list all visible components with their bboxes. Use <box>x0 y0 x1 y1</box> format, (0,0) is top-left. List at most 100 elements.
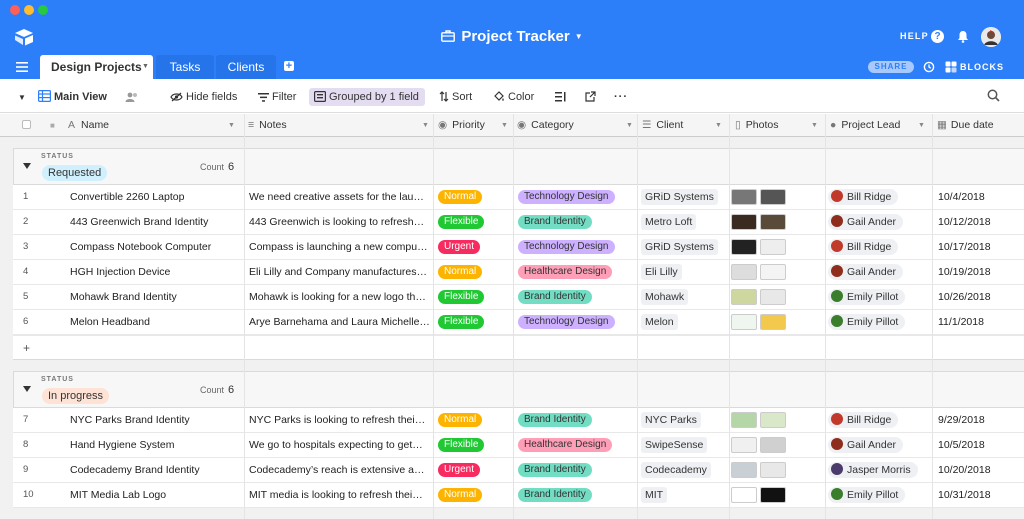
photo-thumbnail[interactable] <box>760 289 786 305</box>
name-cell[interactable]: Convertible 2260 Laptop <box>70 185 240 209</box>
client-cell[interactable]: Mohawk <box>641 285 727 309</box>
search-icon[interactable] <box>987 89 1000 102</box>
photo-thumbnail[interactable] <box>731 239 757 255</box>
category-cell[interactable]: Healthcare Design <box>518 260 638 284</box>
bell-icon[interactable] <box>957 30 969 43</box>
notes-cell[interactable]: NYC Parks is looking to refresh thei… <box>249 408 434 432</box>
client-cell[interactable]: Codecademy <box>641 458 727 482</box>
category-cell[interactable]: Brand Identity <box>518 483 638 507</box>
photos-cell[interactable] <box>730 210 826 234</box>
priority-cell[interactable]: Flexible <box>438 433 514 457</box>
name-cell[interactable]: Melon Headband <box>70 310 240 334</box>
table-row[interactable]: 3 Compass Notebook Computer Compass is lau… <box>13 235 1024 260</box>
priority-cell[interactable]: Normal <box>438 408 514 432</box>
chevron-down-icon[interactable]: ▼ <box>918 114 928 137</box>
category-cell[interactable]: Brand Identity <box>518 210 638 234</box>
chevron-down-icon[interactable]: ▼ <box>422 114 432 137</box>
chevron-down-icon[interactable]: ▼ <box>501 114 511 137</box>
client-cell[interactable]: SwipeSense <box>641 433 727 457</box>
table-row[interactable]: 4 HGH Injection Device Eli Lilly and Compa… <box>13 260 1024 285</box>
notes-cell[interactable]: Arye Barnehama and Laura Michelle… <box>249 310 434 334</box>
category-cell[interactable]: Healthcare Design <box>518 433 638 457</box>
tab-tasks[interactable]: Tasks <box>156 55 214 79</box>
name-cell[interactable]: Codecademy Brand Identity <box>70 458 240 482</box>
table-row[interactable]: 9 Codecademy Brand Identity Codecademy’s r… <box>13 458 1024 483</box>
project-lead-cell[interactable]: Emily Pillot <box>828 483 934 507</box>
select-all-checkbox[interactable] <box>22 120 31 129</box>
minimize-window-button[interactable] <box>24 5 34 15</box>
priority-cell[interactable]: Urgent <box>438 235 514 259</box>
user-avatar[interactable] <box>981 27 1001 47</box>
base-title-button[interactable]: Project Tracker ▼ <box>441 28 583 45</box>
table-row[interactable]: 8 Hand Hygiene System We go to hospitals e… <box>13 433 1024 458</box>
color-button[interactable]: Color <box>493 88 534 106</box>
priority-cell[interactable]: Flexible <box>438 285 514 309</box>
table-row[interactable]: 10 MIT Media Lab Logo MIT media is looking… <box>13 483 1024 508</box>
client-cell[interactable]: Metro Loft <box>641 210 727 234</box>
project-lead-cell[interactable]: Jasper Morris <box>828 458 934 482</box>
project-lead-cell[interactable]: Bill Ridge <box>828 185 934 209</box>
group-button[interactable]: Grouped by 1 field <box>309 88 425 106</box>
tab-clients[interactable]: Clients <box>216 55 276 79</box>
priority-cell[interactable]: Flexible <box>438 310 514 334</box>
photo-thumbnail[interactable] <box>760 264 786 280</box>
client-link[interactable]: SwipeSense <box>641 437 708 454</box>
photos-cell[interactable] <box>730 185 826 209</box>
chevron-down-icon[interactable]: ▼ <box>142 55 149 79</box>
photos-cell[interactable] <box>730 458 826 482</box>
views-toggle-button[interactable]: ▼ <box>18 88 26 106</box>
sort-button[interactable]: Sort <box>439 88 472 106</box>
project-lead-cell[interactable]: Gail Ander <box>828 260 934 284</box>
table-row[interactable]: 2 443 Greenwich Brand Identity 443 Greenwi… <box>13 210 1024 235</box>
chevron-down-icon[interactable]: ▼ <box>715 114 725 137</box>
tab-design-projects[interactable]: Design Projects ▼ <box>40 55 153 79</box>
photos-cell[interactable] <box>730 310 826 334</box>
priority-cell[interactable]: Urgent <box>438 458 514 482</box>
client-cell[interactable]: GRiD Systems <box>641 235 727 259</box>
photo-thumbnail[interactable] <box>760 214 786 230</box>
notes-cell[interactable]: Eli Lilly and Company manufactures… <box>249 260 434 284</box>
project-lead-cell[interactable]: Bill Ridge <box>828 408 934 432</box>
category-cell[interactable]: Technology Design <box>518 185 638 209</box>
more-options-icon[interactable]: ··· <box>614 88 628 106</box>
history-icon[interactable] <box>923 61 935 73</box>
due-date-cell[interactable]: 10/19/2018 <box>938 260 1018 284</box>
share-button[interactable]: SHARE <box>868 61 914 73</box>
category-cell[interactable]: Brand Identity <box>518 458 638 482</box>
maximize-window-button[interactable] <box>38 5 48 15</box>
column-header-notes[interactable]: ≡ Notes <box>248 114 433 137</box>
priority-cell[interactable]: Normal <box>438 185 514 209</box>
photos-cell[interactable] <box>730 408 826 432</box>
chevron-down-icon[interactable]: ▼ <box>626 114 636 137</box>
chevron-down-icon[interactable]: ▼ <box>228 114 238 137</box>
photo-thumbnail[interactable] <box>760 437 786 453</box>
notes-cell[interactable]: MIT media is looking to refresh thei… <box>249 483 434 507</box>
photo-thumbnail[interactable] <box>731 289 757 305</box>
due-date-cell[interactable]: 10/17/2018 <box>938 235 1018 259</box>
blocks-button[interactable]: BLOCKS <box>960 62 1004 72</box>
project-lead-cell[interactable]: Emily Pillot <box>828 285 934 309</box>
client-link[interactable]: Mohawk <box>641 289 689 306</box>
group-header[interactable]: STATUS Requested Count 6 <box>14 149 1024 185</box>
name-cell[interactable]: 443 Greenwich Brand Identity <box>70 210 240 234</box>
share-view-button[interactable] <box>585 88 599 106</box>
client-link[interactable]: Eli Lilly <box>641 264 682 281</box>
blocks-icon[interactable] <box>945 61 957 73</box>
due-date-cell[interactable]: 11/1/2018 <box>938 310 1018 334</box>
name-cell[interactable]: Compass Notebook Computer <box>70 235 240 259</box>
due-date-cell[interactable]: 10/26/2018 <box>938 285 1018 309</box>
notes-cell[interactable]: We need creative assets for the lau… <box>249 185 434 209</box>
due-date-cell[interactable]: 10/20/2018 <box>938 458 1018 482</box>
client-link[interactable]: Metro Loft <box>641 214 697 231</box>
view-collaborators-icon[interactable] <box>125 88 142 106</box>
project-lead-cell[interactable]: Gail Ander <box>828 433 934 457</box>
notes-cell[interactable]: We go to hospitals expecting to get… <box>249 433 434 457</box>
photos-cell[interactable] <box>730 235 826 259</box>
client-link[interactable]: NYC Parks <box>641 412 701 429</box>
due-date-cell[interactable]: 9/29/2018 <box>938 408 1018 432</box>
category-cell[interactable]: Brand Identity <box>518 408 638 432</box>
photos-cell[interactable] <box>730 433 826 457</box>
due-date-cell[interactable]: 10/31/2018 <box>938 483 1018 507</box>
table-row[interactable]: 7 NYC Parks Brand Identity NYC Parks is lo… <box>13 408 1024 433</box>
photo-thumbnail[interactable] <box>731 412 757 428</box>
